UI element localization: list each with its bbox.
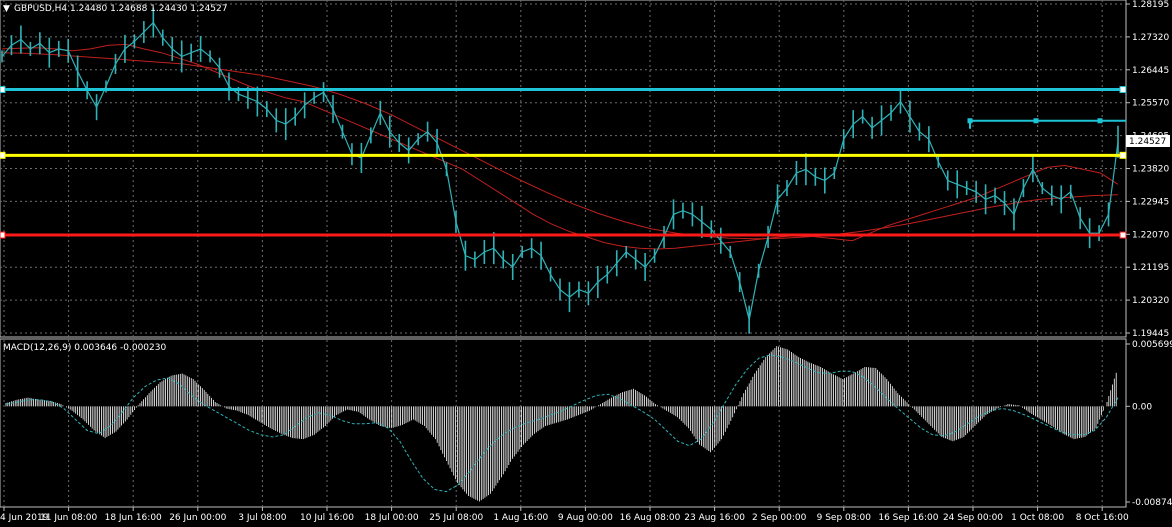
time-tick-label: 1 Aug 16:00	[493, 513, 548, 523]
time-tick-label: 1 Oct 08:00	[1011, 513, 1064, 523]
trend-segment-handle	[967, 118, 973, 124]
level-handle-left	[0, 231, 6, 239]
chart-title-arrow-icon: ▼	[3, 4, 10, 14]
time-tick-label: 18 Jul 00:00	[365, 513, 419, 523]
time-tick-label: 25 Jul 08:00	[429, 513, 483, 523]
level-handle-right	[1119, 231, 1127, 239]
symbol-info: GBPUSD,H4 1.24480 1.24688 1.24430 1.2452…	[14, 4, 227, 14]
level-handle-left	[0, 151, 6, 159]
time-tick-label: 2 Sep 00:00	[752, 513, 807, 523]
time-tick-label: 16 Sep 16:00	[878, 513, 938, 523]
trend-segment-handle	[1097, 118, 1103, 124]
macd-tick-label: -0.008748	[1132, 498, 1172, 508]
time-tick-label: 18 Jun 16:00	[105, 513, 162, 523]
price-tick-label: 1.28195	[1132, 0, 1169, 10]
price-tick-label: 1.25570	[1132, 99, 1169, 109]
time-tick-label: 23 Aug 16:00	[684, 513, 745, 523]
macd-tick-label: 0.005699	[1132, 340, 1172, 350]
time-tick-label: 24 Sep 00:00	[943, 513, 1003, 523]
price-pane[interactable]	[0, 0, 1127, 338]
time-tick-label: 3 Jul 08:00	[238, 513, 287, 523]
price-tick-label: 1.27320	[1132, 33, 1169, 43]
trading-chart[interactable]: 1.281951.273201.264451.255701.246951.238…	[0, 0, 1172, 527]
macd-pane[interactable]	[0, 338, 1127, 508]
time-tick-label: 26 Jun 00:00	[169, 513, 226, 523]
price-tick-label: 1.20320	[1132, 296, 1169, 306]
current-price-value: 1.24527	[1129, 137, 1166, 147]
price-tick-label: 1.19445	[1132, 329, 1169, 339]
macd-tick-label: 0.00	[1132, 402, 1152, 412]
macd-label: MACD(12,26,9) 0.003646 -0.000230	[3, 343, 166, 353]
level-handle-right	[1119, 86, 1127, 94]
time-tick-label: 9 Sep 08:00	[817, 513, 872, 523]
price-tick-label: 1.23820	[1132, 165, 1169, 175]
price-tick-label: 1.26445	[1132, 66, 1169, 76]
price-tick-label: 1.22070	[1132, 230, 1169, 240]
time-tick-label: 11 Jun 08:00	[40, 513, 97, 523]
time-tick-label: 8 Oct 16:00	[1076, 513, 1129, 523]
level-handle-left	[0, 86, 6, 94]
time-tick-label: 9 Aug 00:00	[558, 513, 613, 523]
time-tick-label: 10 Jul 16:00	[300, 513, 354, 523]
price-tick-label: 1.22945	[1132, 197, 1169, 207]
trend-segment-handle	[1033, 118, 1039, 124]
price-tick-label: 1.21195	[1132, 263, 1169, 273]
time-tick-label: 16 Aug 08:00	[620, 513, 681, 523]
level-handle-right	[1119, 151, 1127, 159]
